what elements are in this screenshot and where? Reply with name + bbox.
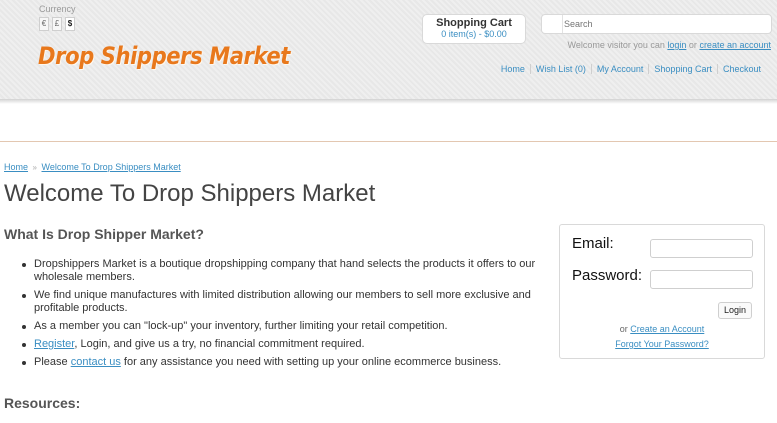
welcome-message: Welcome visitor you can login or create … bbox=[567, 40, 771, 50]
cart-title: Shopping Cart bbox=[436, 17, 512, 29]
create-account-button-link[interactable]: Create an Account bbox=[630, 324, 704, 334]
currency-dollar-button[interactable]: $ bbox=[65, 17, 75, 31]
cart-widget[interactable]: Shopping Cart 0 item(s) - $0.00 bbox=[422, 14, 526, 44]
create-account-line: or Create an Account bbox=[560, 324, 764, 334]
nav-checkout[interactable]: Checkout bbox=[716, 64, 766, 74]
nav-wish-list[interactable]: Wish List (0) bbox=[529, 64, 591, 74]
forgot-password-link[interactable]: Forgot Your Password? bbox=[615, 339, 709, 349]
list-item-text: for any assistance you need with setting… bbox=[120, 356, 502, 368]
list-item: As a member you can "lock-up" your inven… bbox=[22, 320, 562, 333]
login-or-text: or bbox=[619, 324, 628, 334]
currency-euro-button[interactable]: € bbox=[39, 17, 49, 31]
email-label: Email: bbox=[572, 235, 614, 252]
currency-pound-button[interactable]: £ bbox=[52, 17, 62, 31]
list-item: We find unique manufactures with limited… bbox=[22, 289, 562, 315]
site-logo[interactable]: Drop Shippers Market bbox=[38, 42, 290, 70]
breadcrumb-current[interactable]: Welcome To Drop Shippers Market bbox=[42, 162, 181, 172]
nav-my-account[interactable]: My Account bbox=[590, 64, 649, 74]
password-label: Password: bbox=[572, 267, 643, 284]
contact-us-link[interactable]: contact us bbox=[71, 356, 121, 368]
currency-label: Currency bbox=[39, 4, 76, 14]
login-link[interactable]: login bbox=[667, 40, 686, 50]
forgot-password-line: Forgot Your Password? bbox=[560, 339, 764, 349]
welcome-prefix: Welcome visitor you can bbox=[567, 40, 665, 50]
list-item: Please contact us for any assistance you… bbox=[22, 356, 562, 369]
search-input[interactable] bbox=[564, 17, 764, 31]
currency-selector: € £ $ bbox=[39, 17, 75, 31]
cart-summary-link[interactable]: 0 item(s) - $0.00 bbox=[423, 29, 525, 39]
email-field[interactable] bbox=[650, 239, 753, 258]
list-item: Register, Login, and give us a try, no f… bbox=[22, 338, 562, 351]
menu-bar bbox=[0, 104, 777, 142]
list-item-text: Please bbox=[34, 356, 71, 368]
search-box bbox=[541, 14, 772, 34]
breadcrumb-separator: » bbox=[32, 163, 37, 172]
search-divider bbox=[562, 15, 563, 33]
create-account-link[interactable]: create an account bbox=[699, 40, 771, 50]
list-item-text: , Login, and give us a try, no financial… bbox=[74, 338, 365, 350]
breadcrumb: Home » Welcome To Drop Shippers Market bbox=[4, 162, 181, 172]
feature-list: Dropshippers Market is a boutique dropsh… bbox=[22, 258, 562, 374]
nav-home[interactable]: Home bbox=[496, 64, 530, 74]
login-button[interactable]: Login bbox=[718, 302, 752, 319]
section-title: What Is Drop Shipper Market? bbox=[4, 226, 204, 242]
nav-shopping-cart[interactable]: Shopping Cart bbox=[648, 64, 717, 74]
resources-title: Resources: bbox=[4, 395, 81, 411]
welcome-or: or bbox=[688, 40, 697, 50]
register-link[interactable]: Register bbox=[34, 338, 74, 350]
login-panel: Email: Password: Login or Create an Acco… bbox=[559, 224, 765, 359]
breadcrumb-home[interactable]: Home bbox=[4, 162, 28, 172]
page-title: Welcome To Drop Shippers Market bbox=[4, 180, 376, 207]
top-navigation: Home Wish List (0) My Account Shopping C… bbox=[496, 64, 766, 74]
password-field[interactable] bbox=[650, 270, 753, 289]
list-item: Dropshippers Market is a boutique dropsh… bbox=[22, 258, 562, 284]
